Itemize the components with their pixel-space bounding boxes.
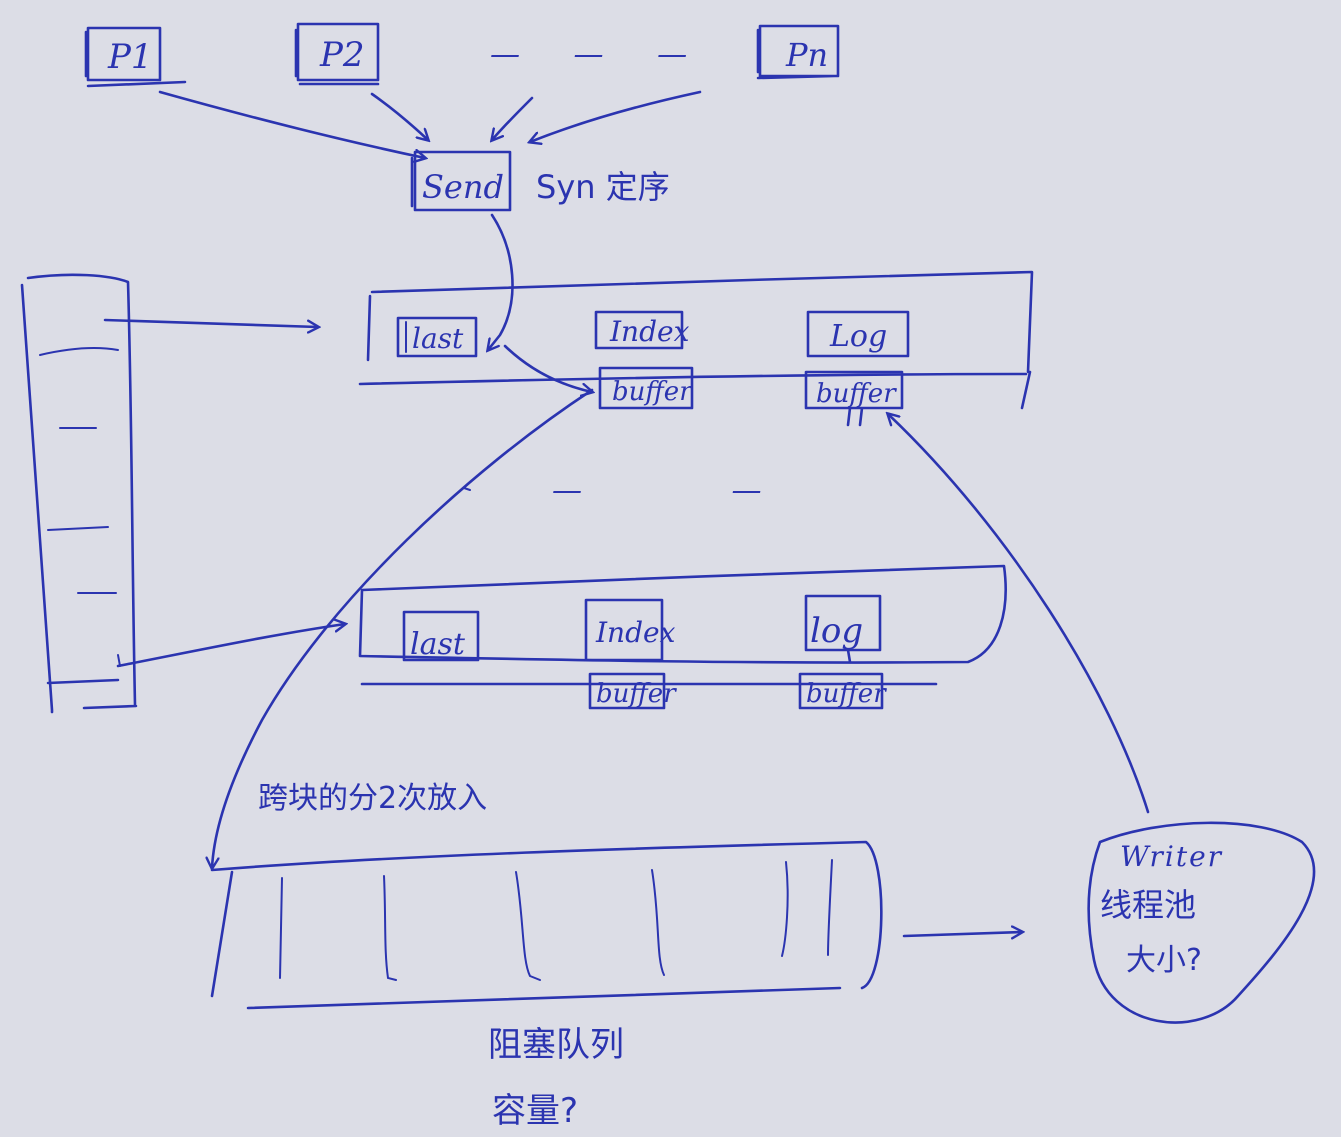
p1-to-send-arrow: [158, 90, 425, 158]
segment-top-last-label: last: [412, 322, 464, 355]
writer-size-note: 大小?: [1126, 943, 1202, 978]
segment-top-last-box: last: [396, 316, 478, 358]
segment-bottom-log-box: log: [804, 594, 882, 664]
send-note: Syn 定序: [536, 168, 670, 206]
diagram-canvas: P1 P2 — — — Pn Send Syn 定序 last Index Lo…: [20, 22, 1316, 1131]
producer-p1-label: P1: [107, 37, 153, 77]
mid-to-send-arrow: [492, 96, 534, 140]
dash-mark: [463, 487, 471, 491]
segment-top-log-buffer: buffer: [804, 370, 904, 427]
segment-bottom-last-box: last: [402, 610, 480, 662]
segment-bottom-index-box: Index: [584, 598, 676, 662]
producer-p2-label: P2: [319, 35, 365, 75]
segment-bottom-index-buffer-label: buffer: [596, 679, 677, 709]
segment-top: last Index Log buffer buffer: [358, 270, 1034, 427]
send-label: Send: [422, 168, 504, 206]
segment-top-index-box: Index: [594, 310, 690, 350]
segment-top-log-box: Log: [806, 310, 910, 358]
segment-ellipsis: — —: [552, 473, 832, 508]
segment-top-index-label: Index: [609, 315, 690, 348]
producer-pn-label: Pn: [785, 36, 828, 74]
producer-ellipsis: — — —: [490, 37, 709, 72]
producer-p1: P1: [84, 26, 187, 88]
segment-bottom-log-buffer: buffer: [798, 672, 887, 710]
segment-top-log-buffer-label: buffer: [816, 379, 897, 409]
queue-capacity-note: 容量?: [492, 1091, 578, 1131]
writer-label: Writer: [1120, 840, 1223, 873]
segment-bottom-index-label: Index: [595, 616, 676, 649]
producer-pn: Pn: [756, 24, 840, 80]
queue-to-writer-arrow: [902, 932, 1022, 936]
pn-to-send-arrow: [530, 90, 702, 142]
cross-block-note: 跨块的分2次放入: [258, 781, 487, 816]
blocking-queue: [210, 840, 883, 1010]
index-column: [20, 273, 138, 714]
writer-to-log-buffer-arrow: [888, 414, 1150, 814]
segment-bottom-log-buffer-label: buffer: [806, 679, 887, 709]
segment-top-index-buffer: buffer: [598, 366, 694, 410]
p2-to-send-arrow: [370, 92, 428, 140]
queue-label: 阻塞队列: [488, 1025, 624, 1065]
segment-top-log-label: Log: [829, 319, 887, 354]
segment-bottom-last-label: last: [410, 627, 466, 662]
segment-top-index-buffer-label: buffer: [612, 377, 693, 407]
column-to-top-segment-arrow: [103, 318, 318, 327]
writer-pool: Writer 线程池 大小?: [1087, 821, 1316, 1024]
segment-bottom-index-buffer: buffer: [588, 672, 677, 710]
segment-bottom-log-label: log: [810, 611, 863, 651]
send-box: Send: [410, 150, 512, 212]
writer-pool-note: 线程池: [1100, 886, 1196, 924]
last-to-buffer-arrow: [503, 344, 592, 392]
send-to-last-arrow: [488, 213, 514, 350]
segment-bottom: last Index log buffer buffer: [358, 564, 1007, 710]
producer-p2: P2: [294, 22, 380, 86]
